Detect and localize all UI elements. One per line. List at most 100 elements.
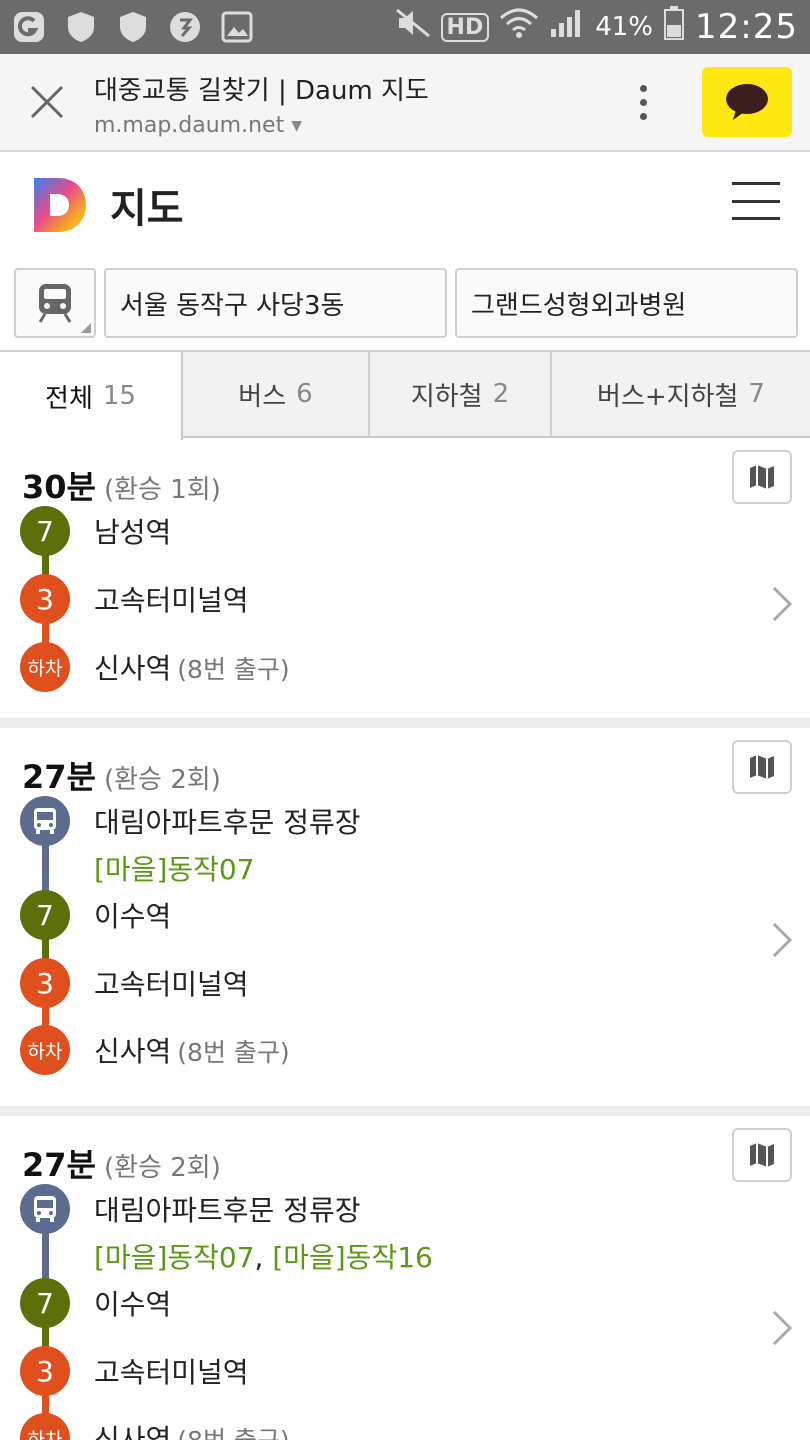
app-header: 지도	[0, 152, 810, 258]
tab-label: 지하철	[410, 381, 483, 412]
tab-count: 2	[492, 379, 510, 409]
kakaotalk-icon	[726, 84, 768, 120]
route-stop: 대림아파트후문 정류장	[20, 796, 361, 846]
route-stop: 7 남성역	[20, 506, 171, 556]
bus-badge	[20, 1184, 70, 1234]
bus-lines: [마을]동작07, [마을]동작16	[94, 1236, 433, 1276]
hd-icon: HD	[440, 12, 490, 42]
line-7-badge: 7	[20, 890, 70, 940]
route-duration: 30분	[22, 468, 96, 506]
bus-line-label: [마을]동작07	[94, 1241, 255, 1274]
route-card[interactable]: 30분 (환승 1회) 7 남성역 3 고속터미널역 하차 신사역 (8번 출구)	[0, 438, 810, 728]
stop-label: 신사역	[94, 1035, 172, 1068]
stop-name: 남성역	[94, 516, 172, 549]
alight-badge: 하차	[20, 1025, 70, 1075]
tab-bus-subway[interactable]: 버스+지하철 7	[550, 352, 810, 436]
chevron-right-icon	[772, 922, 793, 958]
more-vert-icon	[639, 84, 647, 92]
stop-label: 신사역	[94, 652, 172, 685]
stop-name: 고속터미널역	[94, 584, 249, 617]
bus-icon	[34, 1196, 56, 1222]
kakaotalk-button[interactable]	[702, 67, 792, 137]
destination-field[interactable]: 그랜드성형외과병원	[455, 268, 798, 338]
transfer-count: (환승 2회)	[103, 765, 221, 795]
mute-icon	[395, 8, 431, 46]
close-button[interactable]	[0, 53, 94, 151]
map-button[interactable]	[732, 1128, 792, 1182]
image-icon	[220, 10, 254, 44]
shield-icon	[64, 10, 98, 44]
browser-address[interactable]: 대중교통 길찾기 | Daum 지도 m.map.daum.net ▼	[94, 66, 618, 138]
line-7-badge: 7	[20, 506, 70, 556]
exit-info: (8번 출구)	[177, 1426, 289, 1440]
tab-label: 전체	[45, 383, 93, 414]
map-button[interactable]	[732, 450, 792, 504]
bus-lines: [마을]동작07	[94, 848, 255, 888]
line-3-badge: 3	[20, 1346, 70, 1396]
app-notification-icon	[168, 10, 202, 44]
chevron-right-icon	[772, 586, 793, 622]
route-duration: 27분	[22, 1146, 96, 1184]
tab-all[interactable]: 전체 15	[0, 352, 183, 440]
line-3-badge: 3	[20, 958, 70, 1008]
route-stop: 7 이수역	[20, 1278, 171, 1328]
line-3-badge: 3	[20, 574, 70, 624]
route-stop: 하차 신사역(8번 출구)	[20, 1413, 290, 1440]
exit-info: (8번 출구)	[177, 655, 290, 684]
bus-line-label: [마을]동작16	[272, 1241, 433, 1274]
stop-name: 이수역	[94, 1288, 172, 1321]
route-type-tabs: 전체 15 버스 6 지하철 2 버스+지하철 7	[0, 350, 810, 440]
page-title-bar: 대중교통 길찾기 | Daum 지도	[94, 76, 429, 106]
battery-percent: 41%	[595, 12, 654, 42]
daum-logo[interactable]	[32, 176, 88, 234]
route-summary: 27분 (환승 2회)	[22, 752, 221, 798]
clock: 12:25	[695, 7, 798, 47]
tab-bus[interactable]: 버스 6	[183, 352, 368, 436]
line-7-badge: 7	[20, 1278, 70, 1328]
route-stop: 대림아파트후문 정류장	[20, 1184, 361, 1234]
browser-toolbar: 대중교통 길찾기 | Daum 지도 m.map.daum.net ▼	[0, 54, 810, 152]
stop-label: 신사역	[94, 1423, 172, 1440]
alight-badge: 하차	[20, 642, 70, 692]
signal-icon	[549, 7, 585, 47]
page-title: 지도	[110, 186, 184, 232]
transfer-count: (환승 1회)	[103, 475, 221, 505]
url-label: m.map.daum.net	[94, 113, 285, 138]
wifi-icon	[499, 6, 539, 48]
tab-subway[interactable]: 지하철 2	[368, 352, 550, 436]
origin-field[interactable]: 서울 동작구 사당3동	[104, 268, 447, 338]
shield-icon	[116, 10, 150, 44]
stop-name: 고속터미널역	[94, 1356, 249, 1389]
tab-count: 7	[748, 379, 765, 409]
tab-count: 6	[296, 379, 313, 409]
route-card[interactable]: 27분 (환승 2회) 대림아파트후문 정류장 [마을]동작07, [마을]동작1…	[0, 1116, 810, 1440]
map-button[interactable]	[732, 740, 792, 794]
stop-name: 신사역(8번 출구)	[94, 1030, 290, 1070]
bus-badge	[20, 796, 70, 846]
close-icon	[30, 85, 64, 119]
tab-label: 버스	[238, 381, 287, 412]
stop-name: 고속터미널역	[94, 968, 249, 1001]
app-notification-icon	[12, 10, 46, 44]
bus-stop-name: 대림아파트후문 정류장	[94, 1194, 361, 1227]
battery-icon	[663, 5, 685, 49]
chevron-right-icon	[772, 1310, 793, 1346]
route-card[interactable]: 27분 (환승 2회) 대림아파트후문 정류장 [마을]동작07 7 이수역 3 …	[0, 728, 810, 1116]
route-duration: 27분	[22, 758, 96, 796]
map-icon	[750, 465, 774, 489]
route-stop: 3 고속터미널역	[20, 958, 249, 1008]
menu-button[interactable]	[732, 182, 780, 220]
status-bar: HD 41% 12:25	[0, 0, 810, 54]
url-text: m.map.daum.net ▼	[94, 113, 618, 138]
route-summary: 27분 (환승 2회)	[22, 1140, 221, 1186]
route-stop: 7 이수역	[20, 890, 171, 940]
map-icon	[750, 1143, 774, 1167]
bus-stop-name: 대림아파트후문 정류장	[94, 806, 361, 839]
more-menu-button[interactable]	[618, 53, 668, 151]
transport-mode-button[interactable]	[14, 268, 96, 338]
stop-name: 신사역(8번 출구)	[94, 647, 290, 687]
bus-line-separator: ,	[254, 1241, 273, 1274]
route-stop: 하차 신사역(8번 출구)	[20, 642, 290, 692]
caret-down-icon: ▼	[291, 118, 302, 134]
transfer-count: (환승 2회)	[103, 1153, 221, 1183]
